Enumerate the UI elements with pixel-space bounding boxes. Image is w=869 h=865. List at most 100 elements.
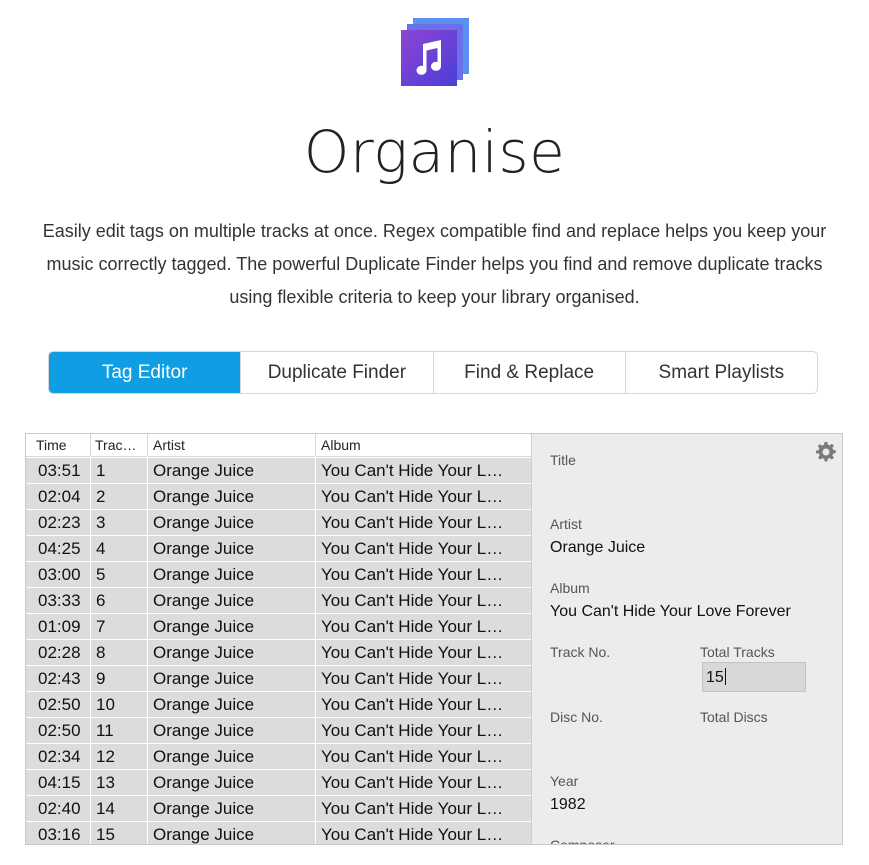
artist-value[interactable]: Orange Juice bbox=[550, 539, 645, 557]
page-description: Easily edit tags on multiple tracks at o… bbox=[42, 221, 827, 307]
table-row[interactable]: 03:51 1 Orange Juice You Can't Hide Your L… bbox=[26, 458, 531, 484]
feature-tabs: Tag Editor Duplicate Finder Find & Repla… bbox=[48, 351, 818, 394]
track-time: 03:16 bbox=[38, 825, 81, 844]
gear-icon[interactable] bbox=[816, 442, 836, 462]
artist-label: Artist bbox=[550, 516, 582, 532]
track-artist: Orange Juice bbox=[153, 695, 255, 714]
track-artist: Orange Juice bbox=[153, 591, 255, 610]
track-time: 02:40 bbox=[38, 799, 81, 818]
track-artist: Orange Juice bbox=[153, 513, 255, 532]
track-time: 03:33 bbox=[38, 591, 81, 610]
tag-inspector-panel: Title Artist Orange Juice Album You Can'… bbox=[532, 434, 842, 845]
track-number: 8 bbox=[96, 643, 106, 662]
disc-no-label: Disc No. bbox=[550, 709, 603, 725]
track-number: 2 bbox=[96, 487, 106, 506]
table-row[interactable]: 02:50 10 Orange Juice You Can't Hide Your L… bbox=[26, 692, 531, 718]
track-number: 1 bbox=[96, 461, 106, 480]
table-row[interactable]: 03:00 5 Orange Juice You Can't Hide Your L… bbox=[26, 562, 531, 588]
album-value[interactable]: You Can't Hide Your Love Forever bbox=[550, 603, 791, 621]
track-number: 5 bbox=[96, 565, 106, 584]
tab-find-replace[interactable]: Find & Replace bbox=[432, 352, 625, 393]
track-number: 15 bbox=[96, 825, 115, 844]
text-cursor bbox=[724, 668, 726, 685]
table-body: 03:51 1 Orange Juice You Can't Hide Your L…… bbox=[26, 458, 531, 844]
track-number: 13 bbox=[96, 773, 115, 792]
track-album: You Can't Hide Your L… bbox=[321, 487, 504, 506]
track-album: You Can't Hide Your L… bbox=[321, 565, 504, 584]
title-label: Title bbox=[550, 452, 576, 468]
table-row[interactable]: 04:15 13 Orange Juice You Can't Hide Your L… bbox=[26, 770, 531, 796]
table-row[interactable]: 03:16 15 Orange Juice You Can't Hide Your L… bbox=[26, 822, 531, 844]
tracks-table: Time Trac… Artist Album 03:51 1 Orange Jui… bbox=[26, 434, 532, 844]
app-logo-icon bbox=[401, 18, 469, 86]
column-header-track[interactable]: Trac… bbox=[95, 437, 136, 453]
table-row[interactable]: 02:04 2 Orange Juice You Can't Hide Your L… bbox=[26, 484, 531, 510]
track-time: 02:50 bbox=[38, 721, 81, 740]
table-row[interactable]: 02:23 3 Orange Juice You Can't Hide Your L… bbox=[26, 510, 531, 536]
column-header-album[interactable]: Album bbox=[321, 437, 361, 453]
table-row[interactable]: 02:50 11 Orange Juice You Can't Hide Your L… bbox=[26, 718, 531, 744]
table-row[interactable]: 03:33 6 Orange Juice You Can't Hide Your L… bbox=[26, 588, 531, 614]
track-number: 11 bbox=[96, 721, 114, 740]
track-no-label: Track No. bbox=[550, 644, 611, 660]
track-artist: Orange Juice bbox=[153, 799, 255, 818]
track-artist: Orange Juice bbox=[153, 487, 255, 506]
track-time: 03:00 bbox=[38, 565, 81, 584]
track-album: You Can't Hide Your L… bbox=[321, 669, 504, 688]
track-album: You Can't Hide Your L… bbox=[321, 747, 504, 766]
track-number: 6 bbox=[96, 591, 106, 610]
tab-smart-playlists[interactable]: Smart Playlists bbox=[624, 352, 817, 393]
track-album: You Can't Hide Your L… bbox=[321, 591, 504, 610]
table-row[interactable]: 02:34 12 Orange Juice You Can't Hide Your L… bbox=[26, 744, 531, 770]
track-time: 01:09 bbox=[38, 617, 81, 636]
track-artist: Orange Juice bbox=[153, 773, 255, 792]
column-header-artist[interactable]: Artist bbox=[153, 437, 185, 453]
year-label: Year bbox=[550, 773, 579, 789]
table-header: Time Trac… Artist Album bbox=[26, 434, 531, 457]
track-artist: Orange Juice bbox=[153, 461, 255, 480]
track-time: 03:51 bbox=[38, 461, 81, 480]
track-album: You Can't Hide Your L… bbox=[321, 513, 504, 532]
track-number: 12 bbox=[96, 747, 115, 766]
track-time: 02:43 bbox=[38, 669, 81, 688]
composer-label: Composer bbox=[550, 837, 615, 845]
tab-tag-editor[interactable]: Tag Editor bbox=[49, 352, 241, 393]
track-album: You Can't Hide Your L… bbox=[321, 773, 504, 792]
track-number: 14 bbox=[96, 799, 115, 818]
table-row[interactable]: 02:43 9 Orange Juice You Can't Hide Your L… bbox=[26, 666, 531, 692]
year-value[interactable]: 1982 bbox=[550, 796, 586, 814]
total-tracks-input[interactable]: 15 bbox=[702, 662, 806, 692]
track-number: 9 bbox=[96, 669, 106, 688]
track-number: 10 bbox=[96, 695, 115, 714]
total-discs-label: Total Discs bbox=[700, 709, 768, 725]
table-row[interactable]: 02:28 8 Orange Juice You Can't Hide Your L… bbox=[26, 640, 531, 666]
track-artist: Orange Juice bbox=[153, 565, 255, 584]
track-artist: Orange Juice bbox=[153, 825, 255, 844]
track-time: 02:04 bbox=[38, 487, 81, 506]
track-album: You Can't Hide Your L… bbox=[321, 721, 504, 740]
track-artist: Orange Juice bbox=[153, 643, 255, 662]
track-time: 02:28 bbox=[38, 643, 81, 662]
track-album: You Can't Hide Your L… bbox=[321, 461, 504, 480]
column-header-time[interactable]: Time bbox=[36, 437, 67, 453]
track-album: You Can't Hide Your L… bbox=[321, 539, 504, 558]
track-time: 04:15 bbox=[38, 773, 81, 792]
track-artist: Orange Juice bbox=[153, 721, 255, 740]
track-artist: Orange Juice bbox=[153, 617, 255, 636]
table-row[interactable]: 04:25 4 Orange Juice You Can't Hide Your L… bbox=[26, 536, 531, 562]
table-row[interactable]: 02:40 14 Orange Juice You Can't Hide Your L… bbox=[26, 796, 531, 822]
track-number: 7 bbox=[96, 617, 106, 636]
track-number: 4 bbox=[96, 539, 106, 558]
track-time: 02:34 bbox=[38, 747, 81, 766]
table-row[interactable]: 01:09 7 Orange Juice You Can't Hide Your L… bbox=[26, 614, 531, 640]
album-label: Album bbox=[550, 580, 590, 596]
total-tracks-label: Total Tracks bbox=[700, 644, 775, 660]
track-album: You Can't Hide Your L… bbox=[321, 643, 504, 662]
track-time: 04:25 bbox=[38, 539, 81, 558]
track-album: You Can't Hide Your L… bbox=[321, 617, 504, 636]
tab-duplicate-finder[interactable]: Duplicate Finder bbox=[240, 352, 432, 393]
track-number: 3 bbox=[96, 513, 106, 532]
track-album: You Can't Hide Your L… bbox=[321, 825, 504, 844]
tag-editor-window: Time Trac… Artist Album 03:51 1 Orange Jui… bbox=[25, 433, 843, 845]
track-album: You Can't Hide Your L… bbox=[321, 799, 504, 818]
